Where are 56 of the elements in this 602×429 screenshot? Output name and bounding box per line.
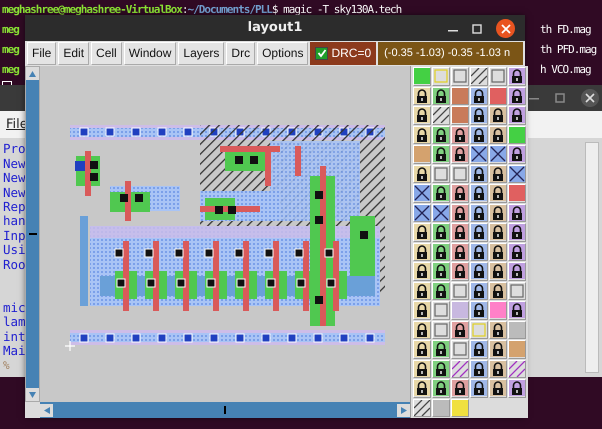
terminal-command-line: meghashree@meghashree-VirtualBox:~/Documents/PLL$ magic -T sky130A.tech [2, 2, 402, 18]
menu-button[interactable]: File [27, 42, 56, 65]
horizontal-scrollbar[interactable] [25, 402, 410, 418]
terminal-line: h VCO.mag [540, 62, 592, 78]
terminal-line: th PFD.mag [540, 42, 596, 58]
layer-swatch-button[interactable] [508, 164, 526, 183]
terminal-line: meg [2, 22, 20, 38]
console-line: Usi [3, 243, 25, 258]
window-title: layout1 [248, 20, 302, 36]
checkbox[interactable] [315, 46, 328, 60]
layout-canvas[interactable] [40, 66, 410, 402]
coordinates-display: (-0.35 -1.03) -0.35 -1.03 n [378, 42, 523, 65]
console-line: int [3, 330, 25, 344]
menu-button[interactable]: Layers [178, 42, 224, 65]
console-line: Mai [3, 344, 25, 359]
console-line: mic [3, 300, 25, 316]
drc-toggle[interactable]: DRC=0 [310, 42, 376, 65]
scrollbar-corner [25, 402, 40, 418]
close-icon[interactable] [581, 88, 599, 107]
console-line: Inp [3, 228, 25, 244]
vertical-scrollbar[interactable] [25, 66, 40, 402]
menu-button[interactable]: Options [257, 42, 308, 65]
layer-swatch-button[interactable] [451, 360, 469, 378]
console-line: lam [3, 315, 25, 330]
layer-swatch-button[interactable] [413, 398, 431, 417]
layer-swatch-button[interactable] [489, 145, 507, 164]
menu-button[interactable]: Cell [91, 42, 122, 65]
crosshair-cursor-icon [64, 340, 76, 352]
scroll-up-icon[interactable] [26, 67, 39, 80]
terminal-line: th FD.mag [540, 22, 592, 38]
console-line: New [3, 156, 25, 172]
layer-swatch-button[interactable] [470, 67, 488, 86]
console-line: Pro [3, 142, 25, 157]
menu-button[interactable]: Edit [58, 42, 90, 65]
terminal-line: meg [2, 62, 20, 78]
layer-swatch-button[interactable] [432, 204, 450, 222]
console-line: Roo [3, 258, 25, 272]
layer-swatch-button[interactable] [432, 106, 450, 124]
menu-button[interactable]: Window [124, 42, 176, 65]
layer-swatch-button[interactable] [508, 360, 526, 378]
scroll-right-icon[interactable] [397, 404, 410, 416]
scrollbar[interactable] [585, 142, 599, 373]
console-line: han [3, 214, 25, 229]
layer-swatch-button[interactable] [413, 184, 431, 202]
terminal-line: meg [2, 42, 20, 58]
console-line: Rep [3, 200, 25, 214]
console-line: New [3, 186, 25, 200]
console-line: New [3, 171, 25, 186]
drc-label: DRC=0 [331, 46, 372, 60]
scroll-left-icon[interactable] [40, 404, 53, 416]
layer-swatch-button[interactable] [413, 204, 431, 222]
close-icon[interactable] [496, 19, 515, 38]
menu-button[interactable]: Drc [226, 42, 256, 65]
scroll-down-icon[interactable] [26, 388, 39, 401]
console-prompt: % [3, 358, 11, 373]
layer-swatch-button[interactable] [470, 145, 488, 164]
